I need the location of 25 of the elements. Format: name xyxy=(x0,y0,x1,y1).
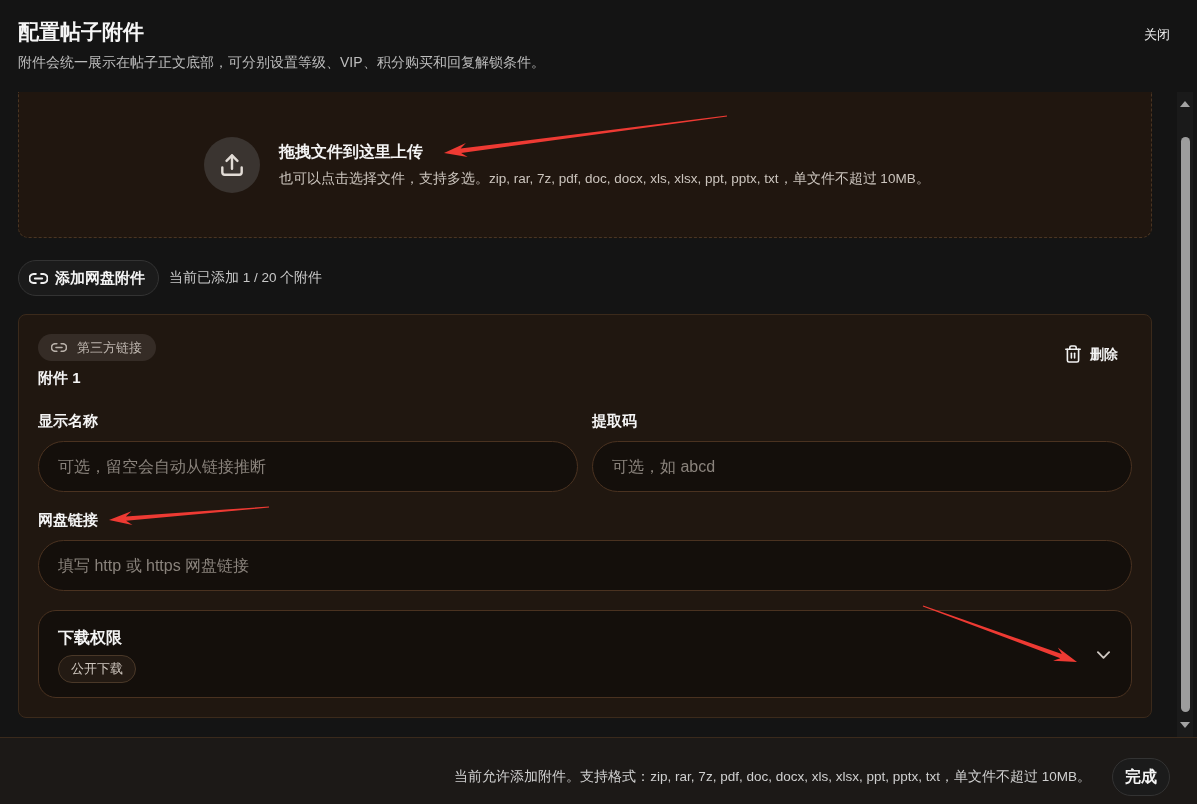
link-icon xyxy=(51,343,67,352)
done-button[interactable]: 完成 xyxy=(1112,758,1170,796)
attachment-count: 当前已添加 1 / 20 个附件 xyxy=(169,269,323,287)
field-label: 显示名称 xyxy=(38,412,98,429)
dialog-subtitle: 附件会统一展示在帖子正文底部，可分别设置等级、VIP、积分购买和回复解锁条件。 xyxy=(18,53,545,72)
attachment-title: 附件 1 xyxy=(38,368,81,388)
vertical-scrollbar[interactable] xyxy=(1177,92,1193,737)
input-field[interactable]: 可选，如 abcd xyxy=(592,441,1132,492)
input-field[interactable]: 填写 http 或 https 网盘链接 xyxy=(38,540,1132,591)
dropzone-hint: 也可以点击选择文件，支持多选。zip, rar, 7z, pdf, doc, docx, xls, xlsx, ppt, pptx, txt，单文件不超过 10MB。 xyxy=(279,170,930,188)
link-type-label: 第三方链接 xyxy=(77,338,142,357)
field-label: 网盘链接 xyxy=(38,511,98,528)
delete-button[interactable]: 删除 xyxy=(1051,339,1132,369)
permission-label: 下载权限 xyxy=(58,628,122,648)
dropzone-title: 拖拽文件到这里上传 xyxy=(279,143,423,160)
close-button[interactable]: 关闭 xyxy=(1134,18,1170,52)
link-icon xyxy=(29,272,48,284)
input-field[interactable]: 可选，留空会自动从链接推断 xyxy=(38,441,578,492)
field-label: 提取码 xyxy=(592,412,637,429)
trash-icon xyxy=(1065,345,1081,363)
permission-tag: 公开下载 xyxy=(58,655,136,683)
upload-dropzone[interactable]: 拖拽文件到这里上传 也可以点击选择文件，支持多选。zip, rar, 7z, pdf, doc, docx, xls, xlsx, ppt, pptx, txt，单文件不超过 10MB。 xyxy=(18,92,1152,238)
footer-note: 当前允许添加附件。支持格式：zip, rar, 7z, pdf, doc, docx, xls, xlsx, ppt, pptx, txt，单文件不超过 10MB。 xyxy=(454,768,1091,786)
dialog-title: 配置帖子附件 xyxy=(18,19,145,45)
add-link-button[interactable]: 添加网盘附件 xyxy=(18,260,159,296)
